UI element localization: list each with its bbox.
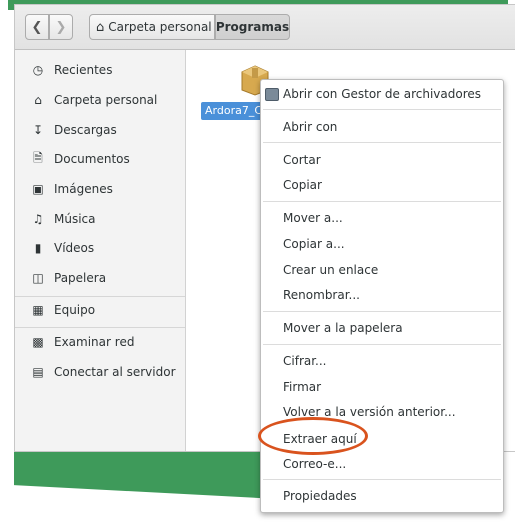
sidebar-item-label: Equipo bbox=[54, 303, 96, 317]
menu-item-renombrar[interactable]: Renombrar... bbox=[261, 283, 503, 307]
trash-icon: ◫ bbox=[32, 271, 44, 285]
menu-item-label: Renombrar... bbox=[283, 288, 360, 302]
menu-separator bbox=[263, 142, 501, 143]
sidebar-item-videos[interactable]: ▮ Vídeos bbox=[15, 234, 185, 262]
sidebar-item-label: Documentos bbox=[54, 152, 130, 166]
breadcrumb-label: Programas bbox=[215, 20, 290, 34]
menu-item-propiedades[interactable]: Propiedades bbox=[261, 484, 503, 508]
sidebar-item-label: Imágenes bbox=[54, 182, 113, 196]
menu-item-label: Crear un enlace bbox=[283, 263, 379, 277]
sidebar-item-label: Música bbox=[54, 212, 96, 226]
sidebar-item-imagenes[interactable]: ▣ Imágenes bbox=[15, 175, 185, 203]
menu-item-label: Cifrar... bbox=[283, 354, 327, 368]
sidebar-item-equipo[interactable]: ▦ Equipo bbox=[15, 296, 185, 324]
video-icon: ▮ bbox=[34, 241, 42, 255]
sidebar-item-label: Recientes bbox=[54, 63, 113, 77]
menu-separator bbox=[263, 344, 501, 345]
breadcrumb-home[interactable]: ⌂ Carpeta personal bbox=[89, 14, 215, 40]
network-icon: ▩ bbox=[32, 335, 44, 349]
sidebar-item-label: Examinar red bbox=[54, 335, 135, 349]
drive-icon: ▦ bbox=[32, 303, 44, 317]
menu-item-crear-enlace[interactable]: Crear un enlace bbox=[261, 258, 503, 282]
forward-button[interactable]: ❯ bbox=[49, 14, 73, 40]
toolbar: ❮ ❯ ⌂ Carpeta personal Programas bbox=[15, 5, 515, 50]
home-icon: ⌂ bbox=[34, 93, 42, 107]
home-icon: ⌂ bbox=[96, 19, 105, 35]
menu-item-label: Abrir con Gestor de archivadores bbox=[283, 87, 482, 101]
sidebar-item-musica[interactable]: ♫ Música bbox=[15, 205, 185, 233]
menu-item-label: Abrir con bbox=[283, 120, 338, 134]
back-button[interactable]: ❮ bbox=[25, 14, 49, 40]
menu-item-abrir-con[interactable]: Abrir con bbox=[261, 115, 503, 139]
menu-item-label: Copiar bbox=[283, 178, 322, 192]
server-icon: ▤ bbox=[32, 365, 44, 379]
menu-item-firmar[interactable]: Firmar bbox=[261, 375, 503, 399]
menu-item-abrir-gestor-archivadores[interactable]: Abrir con Gestor de archivadores bbox=[261, 82, 503, 106]
camera-icon: ▣ bbox=[32, 182, 44, 196]
menu-item-copiar[interactable]: Copiar bbox=[261, 173, 503, 197]
breadcrumb-label: Carpeta personal bbox=[108, 20, 212, 34]
breadcrumb-programas[interactable]: Programas bbox=[215, 14, 290, 40]
download-icon: ↧ bbox=[32, 123, 44, 137]
chevron-right-icon: ❯ bbox=[55, 19, 67, 35]
sidebar-item-descargas[interactable]: ↧ Descargas bbox=[15, 116, 185, 144]
archive-manager-icon bbox=[265, 87, 279, 101]
menu-separator bbox=[263, 311, 501, 312]
menu-separator bbox=[263, 479, 501, 480]
clock-icon: ◷ bbox=[32, 63, 44, 77]
menu-item-label: Firmar bbox=[283, 380, 322, 394]
menu-item-correo-e[interactable]: Correo-e... bbox=[261, 452, 503, 476]
menu-item-cortar[interactable]: Cortar bbox=[261, 148, 503, 172]
sidebar-item-papelera[interactable]: ◫ Papelera bbox=[15, 264, 185, 292]
menu-separator bbox=[263, 201, 501, 202]
sidebar-item-label: Papelera bbox=[54, 271, 107, 285]
menu-item-label: Mover a la papelera bbox=[283, 321, 403, 335]
menu-separator bbox=[263, 109, 501, 110]
sidebar-item-examinar-red[interactable]: ▩ Examinar red bbox=[15, 328, 185, 356]
menu-item-copiar-a[interactable]: Copiar a... bbox=[261, 232, 503, 256]
sidebar-item-recientes[interactable]: ◷ Recientes bbox=[15, 56, 185, 84]
document-icon: 🗎 bbox=[33, 150, 43, 165]
sidebar: ◷ Recientes ⌂ Carpeta personal ↧ Descarg… bbox=[15, 50, 186, 451]
menu-item-label: Mover a... bbox=[283, 211, 343, 225]
highlight-annotation bbox=[258, 417, 368, 455]
file-name-label[interactable]: Ardora7_C bbox=[201, 102, 265, 120]
sidebar-item-label: Vídeos bbox=[54, 241, 95, 255]
sidebar-item-label: Carpeta personal bbox=[54, 93, 158, 107]
menu-item-mover-papelera[interactable]: Mover a la papelera bbox=[261, 316, 503, 340]
sidebar-item-documentos[interactable]: 🗎 Documentos bbox=[15, 145, 185, 173]
sidebar-item-label: Conectar al servidor bbox=[54, 365, 176, 379]
menu-item-label: Cortar bbox=[283, 153, 321, 167]
menu-item-cifrar[interactable]: Cifrar... bbox=[261, 349, 503, 373]
sidebar-item-label: Descargas bbox=[54, 123, 117, 137]
menu-item-label: Propiedades bbox=[283, 489, 357, 503]
chevron-left-icon: ❮ bbox=[31, 19, 43, 35]
menu-item-label: Copiar a... bbox=[283, 237, 345, 251]
sidebar-item-conectar-servidor[interactable]: ▤ Conectar al servidor bbox=[15, 358, 185, 386]
menu-item-mover-a[interactable]: Mover a... bbox=[261, 206, 503, 230]
music-icon: ♫ bbox=[32, 212, 44, 226]
sidebar-item-carpeta-personal[interactable]: ⌂ Carpeta personal bbox=[15, 86, 185, 114]
menu-item-label: Correo-e... bbox=[283, 457, 347, 471]
